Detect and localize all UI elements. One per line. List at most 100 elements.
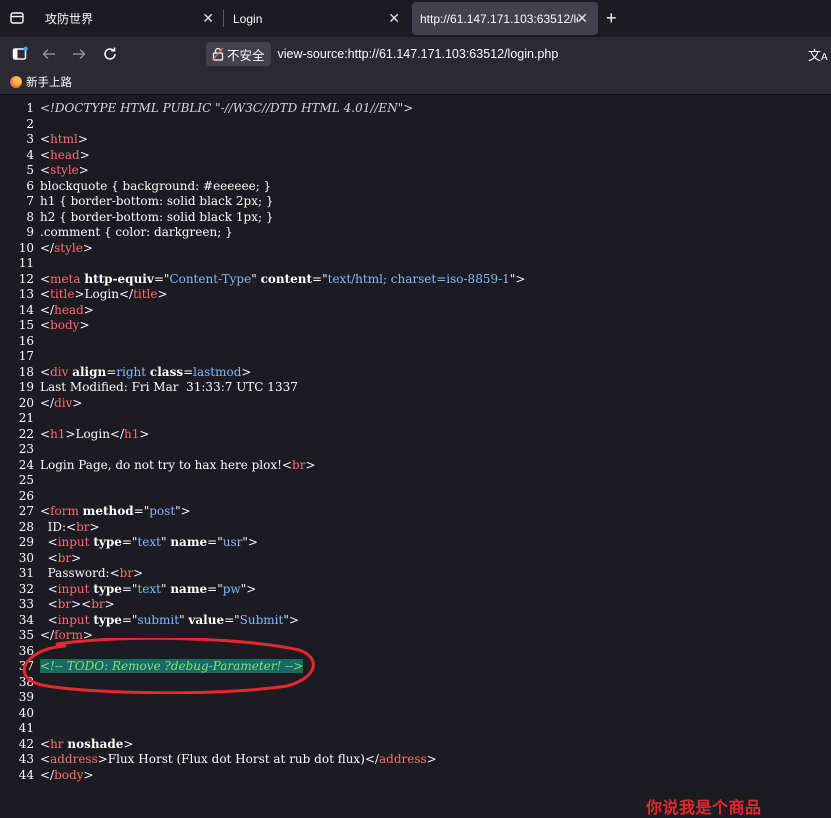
code-text: <: [40, 752, 51, 766]
line-code: h2 { border-bottom: solid black 1px; }: [40, 210, 273, 226]
source-line: 9 .comment { color: darkgreen; }: [0, 225, 831, 241]
tag-name: body: [54, 767, 84, 782]
line-number: 8: [26, 209, 34, 224]
insecure-lock-icon: [212, 47, 224, 61]
bookmarks-toolbar: 新手上路: [0, 70, 831, 95]
close-icon[interactable]: ✕: [202, 11, 214, 25]
line-code: <input type="text" name="usr">: [40, 535, 258, 551]
code-text: ">: [283, 612, 299, 627]
code-text: Last Modified: Fri Mar 31:33:7 UTC 1337: [40, 380, 298, 394]
code-text: =": [121, 612, 138, 627]
sidebar-icon[interactable]: [11, 45, 29, 63]
line-number: 4: [26, 147, 34, 162]
code-text: >: [72, 395, 83, 410]
code-text: >: [426, 752, 437, 766]
source-line: 22 <h1>Login</h1>: [0, 427, 831, 443]
attribute-name: type: [93, 581, 122, 596]
tag-name: h1: [124, 426, 140, 441]
line-code: </head>: [40, 303, 94, 319]
code-text: >: [78, 163, 89, 177]
tag-name: input: [57, 535, 90, 549]
back-icon[interactable]: [40, 45, 58, 63]
tag-name: input: [57, 581, 90, 596]
code-text: <: [40, 535, 58, 549]
line-code: <h1>Login</h1>: [40, 427, 149, 443]
code-text: =": [121, 535, 138, 549]
security-indicator[interactable]: 不安全: [206, 42, 271, 66]
code-text: =": [224, 612, 240, 627]
source-line: 12 <meta http-equiv="Content-Type" conten…: [0, 272, 831, 288]
line-number: 24: [18, 457, 34, 472]
line-number: 42: [18, 736, 34, 751]
source-line: 43 <address>Flux Horst (Flux dot Horst at…: [0, 752, 831, 768]
line-code: <br>: [40, 550, 82, 567]
tag-name: h1: [50, 426, 66, 441]
close-icon[interactable]: ✕: [388, 11, 400, 25]
code-text: >: [79, 318, 90, 332]
line-number: 28: [18, 519, 34, 534]
attribute-name: content: [260, 271, 313, 286]
attribute-value: Content-Type: [169, 271, 252, 286]
code-text: >Login</: [65, 426, 125, 441]
line-number: 25: [18, 473, 34, 487]
code-text: >Login</: [74, 287, 134, 301]
code-text: <: [40, 550, 58, 565]
tag-name: br: [119, 566, 134, 580]
attribute-name: type: [93, 612, 122, 627]
forward-icon[interactable]: [70, 45, 88, 63]
code-text: ">: [240, 581, 257, 596]
source-line: 29 <input type="text" name="usr">: [0, 535, 831, 551]
code-text: Login Page, do not try to hax here plox!…: [40, 457, 293, 472]
attribute-name: value: [188, 612, 225, 627]
url-text[interactable]: view-source:http://61.147.171.103:63512/…: [278, 47, 559, 61]
code-text: ">: [242, 535, 258, 549]
tab-view-source[interactable]: http://61.147.171.103:63512/login.php ✕: [412, 2, 598, 35]
source-line: 3 <html>: [0, 132, 831, 148]
code-text: <: [40, 612, 58, 627]
translate-icon[interactable]: 文A: [808, 45, 828, 64]
source-line: 27 <form method="post">: [0, 504, 831, 520]
code-text: ": [179, 612, 189, 627]
tab-login[interactable]: Login ✕: [224, 2, 410, 35]
code-text: blockquote { background: #eeeeee; }: [40, 178, 272, 193]
tag-name: hr: [50, 736, 64, 751]
tag-name: title: [133, 287, 158, 301]
source-line: 18 <div align=right class=lastmod>: [0, 365, 831, 381]
code-text: >: [79, 147, 90, 162]
reload-icon[interactable]: [101, 45, 119, 63]
tag-name: title: [50, 287, 75, 301]
source-line: 32 <input type="text" name="pw">: [0, 582, 831, 598]
line-number: 22: [18, 426, 34, 441]
code-text: Password:<: [40, 566, 120, 580]
code-text: <: [40, 504, 51, 518]
source-line: 33 <br><br>: [0, 597, 831, 613]
attribute-value: text: [137, 581, 161, 596]
line-code: <input type="submit" value="Submit">: [40, 613, 299, 629]
code-text: h2 { border-bottom: solid black 1px; }: [40, 209, 274, 224]
code-text: =": [207, 581, 223, 596]
line-code: blockquote { background: #eeeeee; }: [40, 179, 271, 195]
line-number: 29: [18, 535, 34, 549]
code-text: </: [40, 767, 55, 782]
line-number: 12: [18, 271, 34, 286]
source-line: 19 Last Modified: Fri Mar 31:33:7 UTC 133…: [0, 380, 831, 396]
source-line: 2: [0, 117, 831, 133]
line-number: 27: [18, 504, 34, 518]
code-text: =": [153, 271, 170, 286]
line-code: <head>: [40, 148, 90, 164]
bookmark-getting-started[interactable]: 新手上路: [10, 74, 72, 90]
line-code: </body>: [40, 768, 94, 784]
source-line: 25: [0, 473, 831, 489]
attribute-name: noshade: [67, 736, 124, 751]
close-icon[interactable]: ✕: [576, 11, 588, 25]
tab-gongfang[interactable]: 攻防世界 ✕: [36, 2, 224, 35]
source-line: 11: [0, 256, 831, 272]
new-tab-icon[interactable]: +: [606, 8, 617, 28]
tab-list-icon[interactable]: [7, 8, 27, 28]
tag-name: meta: [50, 271, 81, 286]
tag-name: address: [50, 752, 98, 766]
url-bar[interactable]: 不安全 view-source:http://61.147.171.103:63…: [206, 40, 806, 68]
line-number: 16: [18, 333, 34, 348]
code-text: >: [71, 550, 82, 565]
code-text: <: [40, 163, 51, 177]
